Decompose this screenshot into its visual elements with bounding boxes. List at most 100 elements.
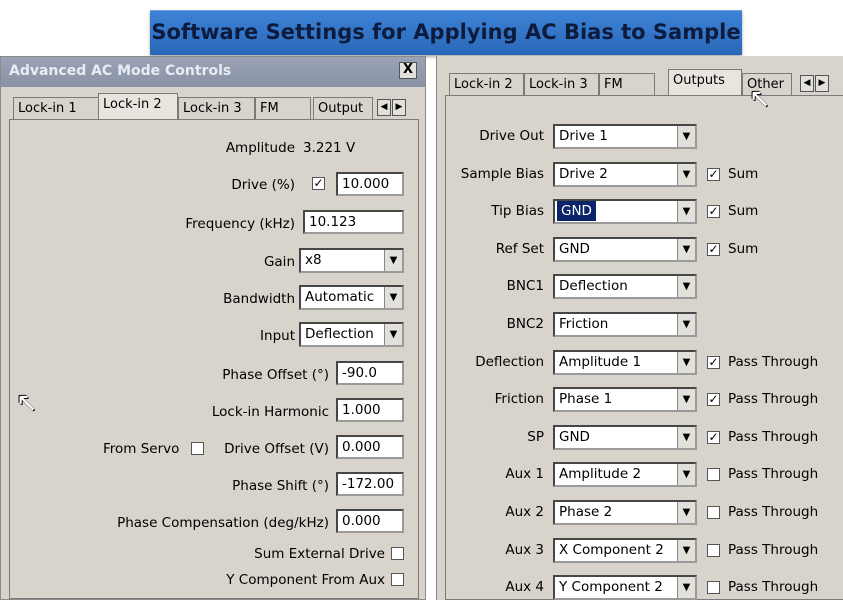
output-row-select[interactable]: X Component 2 ▼ (553, 537, 697, 563)
y-component-label: Y Component From Aux (226, 572, 385, 588)
drive-input[interactable]: 10.000 (336, 172, 404, 196)
chevron-down-icon[interactable]: ▼ (677, 577, 695, 599)
chevron-down-icon[interactable]: ▼ (677, 539, 695, 561)
chevron-down-icon[interactable]: ▼ (677, 464, 695, 486)
output-row-select[interactable]: Amplitude 2 ▼ (553, 462, 697, 488)
frequency-input[interactable]: 10.123 (303, 210, 404, 234)
output-row-label: BNC2 (506, 316, 544, 332)
chevron-down-icon[interactable]: ▼ (384, 324, 402, 345)
output-row-value: Amplitude 1 (559, 353, 642, 370)
outputs-window: Lock-in 2 Lock-in 3 FM Outputs Other ◀ ▶… (436, 56, 843, 600)
input-label: Input (260, 328, 295, 344)
output-row-value: GND (557, 201, 596, 222)
chevron-down-icon[interactable]: ▼ (677, 389, 695, 411)
output-row-checkbox[interactable]: ✓ (707, 167, 720, 181)
chevron-down-icon[interactable]: ▼ (677, 238, 695, 260)
mouse-pointer-icon: ↖ (16, 388, 38, 418)
sum-external-checkbox[interactable] (391, 547, 404, 560)
output-row-select[interactable]: GND ▼ (553, 199, 697, 225)
chevron-down-icon[interactable]: ▼ (384, 287, 402, 308)
close-icon[interactable]: X (399, 62, 417, 79)
y-component-checkbox[interactable] (391, 573, 404, 586)
output-row-label: Ref Set (495, 240, 544, 257)
chevron-down-icon[interactable]: ▼ (677, 276, 695, 298)
output-row-label: Friction (494, 391, 544, 408)
from-servo-label: From Servo (103, 441, 180, 457)
output-row-select[interactable]: GND ▼ (553, 424, 697, 450)
lockin-harmonic-input[interactable]: 1.000 (336, 398, 404, 422)
output-row-label: SP (527, 428, 544, 445)
tab-lock-in-3[interactable]: Lock-in 3 (524, 73, 599, 95)
chevron-down-icon[interactable]: ▼ (677, 314, 695, 335)
tab-outputs[interactable]: Outputs (668, 69, 742, 95)
tab-lock-in-1[interactable]: Lock-in 1 (13, 97, 99, 119)
chevron-down-icon[interactable]: ▼ (677, 201, 695, 223)
chevron-down-icon[interactable]: ▼ (677, 351, 695, 373)
output-row-value: Phase 2 (559, 504, 613, 520)
phase-offset-label: Phase Offset (°) (222, 367, 329, 383)
amplitude-value: 3.221 V (303, 140, 356, 156)
tab-scroll-left-icon[interactable]: ◀ (377, 99, 391, 116)
output-row-label: Aux 1 (505, 466, 544, 483)
chevron-down-icon[interactable]: ▼ (384, 250, 402, 271)
output-row-checkbox-label: Pass Through (728, 579, 819, 596)
tab-lock-in-2[interactable]: Lock-in 2 (98, 93, 178, 119)
output-row-select[interactable]: Y Component 2 ▼ (553, 575, 697, 600)
output-row-checkbox[interactable] (707, 468, 720, 482)
chevron-down-icon[interactable]: ▼ (677, 126, 695, 147)
output-row-select[interactable]: Drive 2 ▼ (553, 161, 697, 187)
output-row-checkbox[interactable]: ✓ (707, 242, 720, 256)
tab-scroll-left-icon[interactable]: ◀ (800, 75, 814, 92)
output-row-select[interactable]: Friction ▼ (553, 312, 697, 337)
drive-offset-input[interactable]: 0.000 (336, 435, 404, 459)
output-row-checkbox-label: Pass Through (728, 541, 819, 558)
output-row-value: X Component 2 (559, 541, 664, 558)
output-row-select[interactable]: Phase 2 ▼ (553, 500, 697, 525)
output-row-checkbox[interactable] (707, 506, 720, 519)
tab-fm[interactable]: FM (599, 73, 655, 95)
output-row-select[interactable]: Phase 1 ▼ (553, 387, 697, 413)
tab-scroll-right-icon[interactable]: ▶ (815, 75, 829, 92)
chevron-down-icon[interactable]: ▼ (677, 163, 695, 185)
output-row-label: BNC1 (506, 278, 544, 295)
output-row-select[interactable]: GND ▼ (553, 236, 697, 262)
phase-shift-input[interactable]: -172.00 (336, 472, 404, 496)
output-row-checkbox-label: Sum (728, 165, 759, 182)
output-row-checkbox[interactable] (707, 543, 720, 557)
tab-lock-in-3[interactable]: Lock-in 3 (178, 97, 255, 119)
output-row-checkbox[interactable] (707, 581, 720, 595)
gain-label: Gain (263, 254, 295, 270)
lockin-harmonic-label: Lock-in Harmonic (211, 404, 329, 420)
output-row-select[interactable]: Amplitude 1 ▼ (553, 349, 697, 375)
phase-offset-input[interactable]: -90.0 (336, 361, 404, 385)
amplitude-label: Amplitude (225, 140, 295, 156)
drive-checkbox[interactable]: ✓ (312, 177, 325, 190)
phase-comp-input[interactable]: 0.000 (336, 509, 404, 533)
output-row-select[interactable]: Deflection ▼ (553, 274, 697, 300)
chevron-down-icon[interactable]: ▼ (677, 426, 695, 448)
tab-scroll-right-icon[interactable]: ▶ (392, 99, 406, 116)
gain-select[interactable]: x8 ▼ (299, 248, 404, 273)
bandwidth-value: Automatic (305, 289, 375, 305)
output-row-checkbox[interactable]: ✓ (707, 430, 720, 444)
sum-external-label: Sum External Drive (254, 546, 385, 562)
output-row-checkbox-label: Sum (728, 240, 759, 257)
tab-lock-in-2[interactable]: Lock-in 2 (449, 73, 524, 95)
phase-shift-label: Phase Shift (°) (232, 478, 329, 494)
output-row-checkbox-label: Sum (728, 203, 759, 220)
bandwidth-select[interactable]: Automatic ▼ (299, 285, 404, 310)
output-row-select[interactable]: Drive 1 ▼ (553, 124, 697, 149)
drive-offset-label: Drive Offset (V) (224, 441, 329, 457)
output-row-checkbox[interactable]: ✓ (707, 205, 720, 219)
chevron-down-icon[interactable]: ▼ (677, 502, 695, 523)
tab-fm[interactable]: FM (255, 97, 311, 119)
output-row-value: Friction (559, 316, 609, 332)
output-row-label: Sample Bias (460, 165, 544, 182)
output-row-checkbox[interactable]: ✓ (707, 393, 720, 407)
title-banner: Software Settings for Applying AC Bias t… (150, 10, 742, 55)
input-select[interactable]: Deflection ▼ (299, 322, 404, 347)
output-row-checkbox[interactable]: ✓ (707, 355, 720, 369)
from-servo-checkbox[interactable] (191, 442, 204, 455)
tab-output[interactable]: Output (313, 97, 373, 119)
output-row-value: GND (559, 240, 590, 257)
